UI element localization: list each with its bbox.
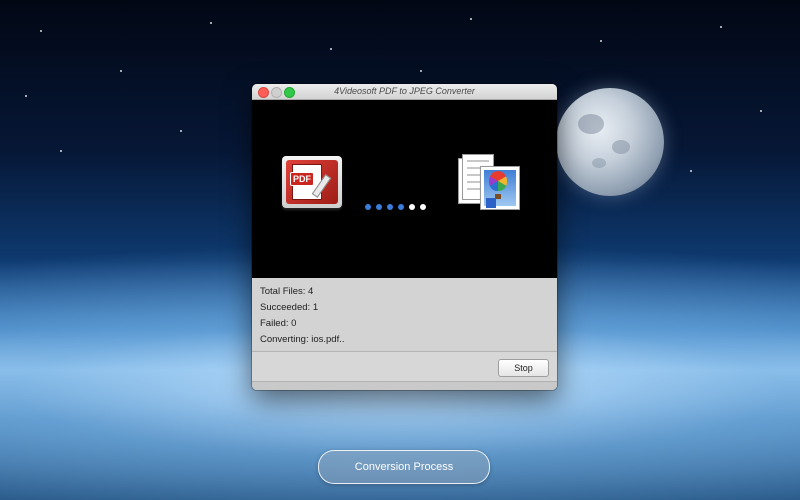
moon-image — [556, 88, 664, 196]
window-titlebar[interactable]: 4Videosoft PDF to JPEG Converter — [252, 84, 557, 100]
converting-label: Converting: — [260, 334, 309, 345]
succeeded-value: 1 — [312, 302, 319, 313]
converting-row: Converting: ios.pdf.. — [260, 334, 345, 345]
failed-label: Failed: — [260, 318, 289, 329]
succeeded-row: Succeeded: 1 — [260, 302, 318, 313]
converting-value: ios.pdf.. — [311, 334, 345, 345]
converter-window: 4Videosoft PDF to JPEG Converter PDF Tot… — [252, 84, 557, 390]
total-files-row: Total Files: 4 — [260, 286, 313, 297]
status-strip — [252, 381, 557, 390]
progress-dot — [376, 204, 382, 210]
failed-value: 0 — [291, 318, 297, 329]
stop-button[interactable]: Stop — [498, 359, 549, 377]
progress-dot — [409, 204, 415, 210]
window-footer: Stop — [252, 351, 557, 390]
caption-pill: Conversion Process — [318, 450, 490, 484]
total-files-value: 4 — [308, 286, 314, 297]
window-title: 4Videosoft PDF to JPEG Converter — [334, 86, 475, 96]
failed-row: Failed: 0 — [260, 318, 296, 329]
progress-dot — [387, 204, 393, 210]
pdf-file-icon: PDF — [282, 156, 342, 208]
total-files-label: Total Files: — [260, 286, 306, 297]
succeeded-label: Succeeded: — [260, 302, 311, 313]
progress-dots — [365, 197, 431, 215]
jpeg-image-icon — [456, 152, 526, 216]
progress-dot — [398, 204, 404, 210]
conversion-animation-panel: PDF — [252, 100, 557, 278]
pdf-icon-label: PDF — [290, 172, 314, 186]
progress-dot — [365, 204, 371, 210]
progress-dot — [420, 204, 426, 210]
conversion-stats: Total Files: 4 Succeeded: 1 Failed: 0 Co… — [252, 278, 557, 350]
